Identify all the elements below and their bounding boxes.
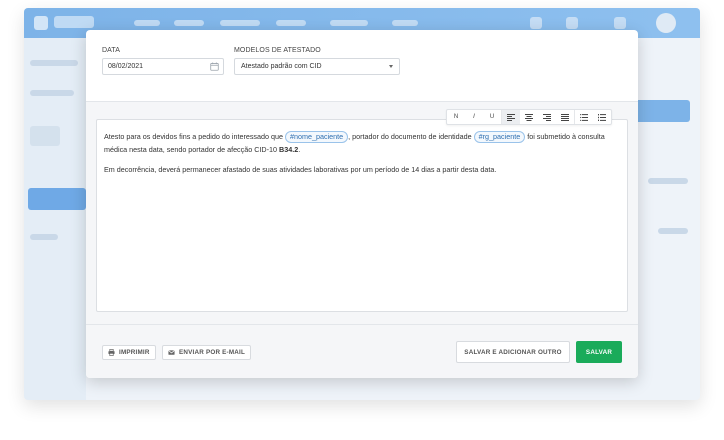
editor-text: . (298, 145, 301, 154)
calendar-icon[interactable] (210, 62, 219, 71)
app-top-icon (566, 17, 578, 29)
tag-patient-name[interactable]: #nome_paciente (285, 131, 349, 143)
app-right-line (658, 228, 688, 234)
app-logo-icon (34, 16, 48, 30)
align-center-icon (525, 113, 533, 121)
editor-paragraph-2: Em decorrência, deverá permanecer afasta… (104, 165, 497, 174)
send-email-button[interactable]: ENVIAR POR E-MAIL (162, 345, 252, 360)
app-right-button (630, 100, 690, 122)
app-sidebar (24, 38, 86, 400)
app-avatar (656, 13, 676, 33)
cid-code: B34.2 (279, 145, 299, 154)
send-email-label: ENVIAR POR E-MAIL (179, 349, 246, 356)
date-label: DATA (102, 47, 121, 54)
justify-button[interactable] (556, 110, 574, 124)
italic-button[interactable]: I (465, 110, 483, 124)
app-top-icon (614, 17, 626, 29)
align-center-button[interactable] (520, 110, 538, 124)
align-right-button[interactable] (538, 110, 556, 124)
list-group (575, 110, 611, 124)
app-right-line (648, 178, 688, 184)
app-nav-item (174, 20, 204, 26)
template-select[interactable]: Atestado padrão com CID (234, 58, 400, 75)
save-button[interactable]: SALVAR (576, 341, 622, 363)
numbered-list-button[interactable] (593, 110, 611, 124)
save-and-add-button[interactable]: SALVAR E ADICIONAR OUTRO (456, 341, 570, 363)
app-sidebar-line (30, 126, 60, 146)
bullet-list-icon (580, 113, 588, 121)
app-sidebar-button (28, 188, 86, 210)
editor-toolbar: N I U (446, 109, 612, 125)
template-label: MODELOS DE ATESTADO (234, 47, 321, 54)
app-sidebar-line (30, 90, 74, 96)
underline-button[interactable]: U (483, 110, 501, 124)
app-top-icon (530, 17, 542, 29)
align-left-icon (507, 113, 515, 121)
align-group (502, 110, 575, 124)
editor-text: Atesto para os devidos fins a pedido do … (104, 132, 286, 141)
tag-patient-rg[interactable]: #rg_paciente (473, 131, 526, 143)
date-input[interactable]: 08/02/2021 (102, 58, 224, 75)
numbered-list-icon (598, 113, 606, 121)
justify-icon (561, 113, 569, 121)
editor-paragraph-1: Atesto para os devidos fins a pedido do … (104, 130, 620, 156)
template-value: Atestado padrão com CID (241, 63, 322, 70)
align-right-icon (543, 113, 551, 121)
app-sidebar-line (30, 60, 78, 66)
print-label: IMPRIMIR (119, 349, 150, 356)
app-nav-item (220, 20, 260, 26)
modal-footer: IMPRIMIR ENVIAR POR E-MAIL SALVAR E ADIC… (86, 324, 638, 378)
format-group: N I U (447, 110, 502, 124)
app-nav-item (330, 20, 368, 26)
editor-area: Atesto para os devidos fins a pedido do … (86, 102, 638, 324)
align-left-button[interactable] (502, 110, 520, 124)
print-button[interactable]: IMPRIMIR (102, 345, 156, 360)
app-nav-item (276, 20, 306, 26)
app-logo-text (54, 16, 94, 28)
bold-button[interactable]: N (447, 110, 465, 124)
app-sidebar-line (30, 234, 58, 240)
date-value: 08/02/2021 (108, 63, 144, 70)
app-nav-item (134, 20, 160, 26)
certificate-text-editor[interactable]: Atesto para os devidos fins a pedido do … (96, 119, 628, 312)
medical-certificate-modal: DATA 08/02/2021 MODELOS DE ATESTADO Ates… (86, 30, 638, 378)
bullet-list-button[interactable] (575, 110, 593, 124)
chevron-down-icon (389, 65, 393, 68)
form-header: DATA 08/02/2021 MODELOS DE ATESTADO Ates… (86, 30, 638, 102)
app-nav-item (392, 20, 418, 26)
editor-text: , portador do documento de identidade (348, 132, 474, 141)
envelope-icon (168, 350, 175, 355)
printer-icon (108, 349, 115, 356)
